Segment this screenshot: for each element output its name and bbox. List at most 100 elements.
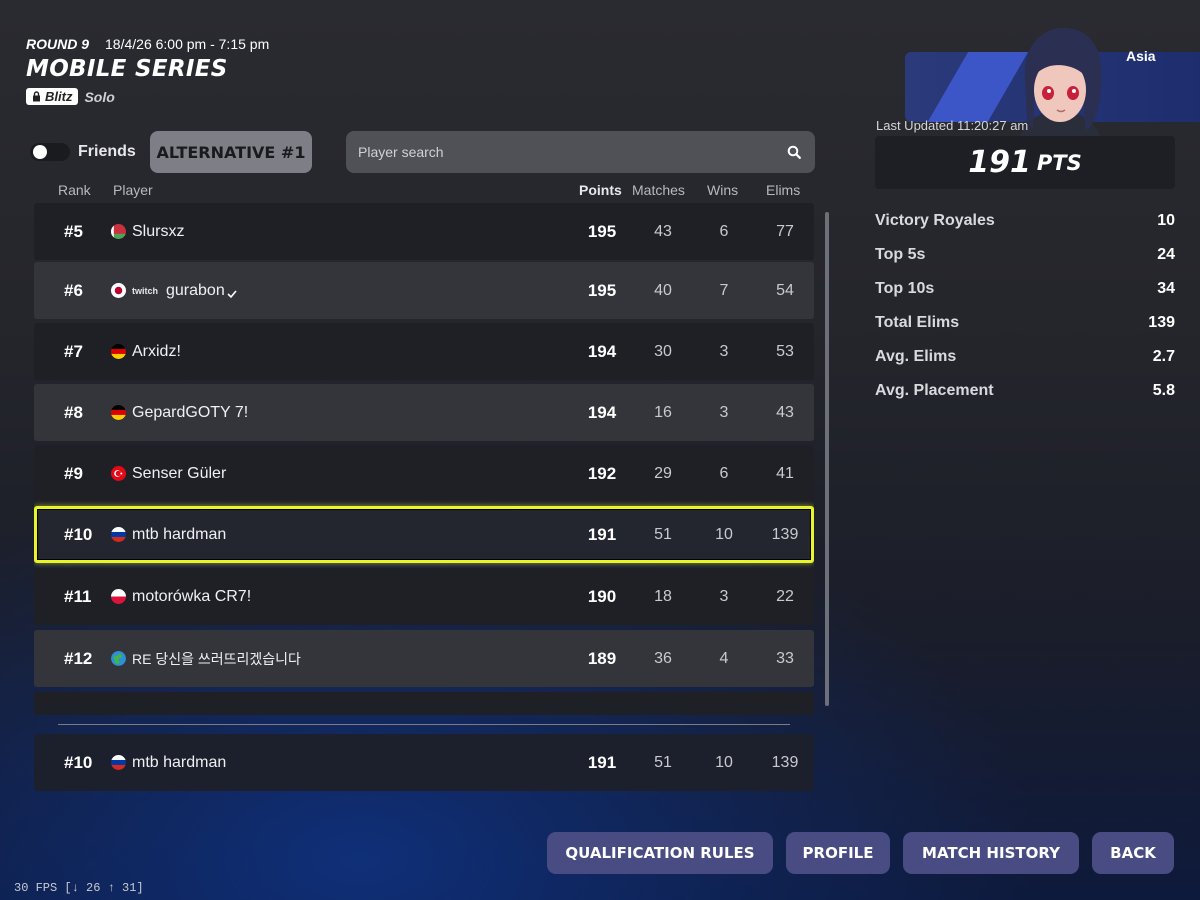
player-search-box[interactable]	[346, 131, 815, 173]
row-points: 190	[587, 586, 617, 606]
leaderboard-controls: Friends ALTERNATIVE #1	[30, 131, 312, 173]
friends-toggle[interactable]	[30, 143, 70, 161]
row-points: 195	[587, 221, 617, 241]
player-name: Senser Güler	[132, 464, 227, 482]
row-matches: 43	[654, 222, 672, 240]
row-points: 191	[587, 752, 617, 772]
stat-label: Top 10s	[875, 280, 935, 297]
qualification-rules-button[interactable]: QUALIFICATION RULES	[547, 832, 773, 874]
row-player: Slursxz	[111, 203, 184, 260]
row-wins: 10	[715, 753, 733, 771]
row-matches: 16	[654, 403, 672, 421]
globe-icon	[111, 651, 126, 666]
row-wins: 3	[719, 587, 729, 605]
player-name: gurabon	[166, 281, 225, 299]
event-header: ROUND 9 18/4/26 6:00 pm - 7:15 pm MOBILE…	[26, 36, 269, 105]
scroll-fade	[34, 691, 814, 715]
back-button[interactable]: BACK	[1092, 832, 1174, 874]
table-row[interactable]: #7 Arxidz! 194 30 3 53	[34, 323, 814, 380]
mode-badge: Blitz	[26, 88, 79, 105]
row-matches: 51	[654, 753, 672, 771]
belarus-flag-icon	[111, 224, 126, 239]
stat-label: Total Elims	[875, 314, 960, 331]
table-row-selected[interactable]: #10 mtb hardman 191 51 10 139	[34, 506, 814, 563]
player-name: GepardGOTY 7!	[132, 403, 249, 421]
row-rank: #10	[64, 524, 93, 544]
scrollbar[interactable]	[825, 212, 829, 706]
player-name: mtb hardman	[132, 753, 227, 771]
row-player: GepardGOTY 7!	[111, 384, 248, 441]
stat-value: 2.7	[1152, 348, 1175, 365]
germany-flag-icon	[111, 344, 126, 359]
fps-counter: 30 FPS [↓ 26 ↑ 31]	[14, 881, 144, 895]
mode-badge-label: Blitz	[45, 89, 73, 104]
stats-list: Victory Royales 10 Top 5s 24 Top 10s 34 Tot…	[875, 212, 1175, 416]
row-player: Arxidz!	[111, 323, 181, 380]
player-name: mtb hardman	[132, 525, 227, 543]
header-wins: Wins	[707, 182, 739, 198]
row-matches: 30	[654, 342, 672, 360]
row-elims: 139	[771, 525, 799, 543]
stat-value: 139	[1148, 314, 1175, 331]
points-value: 191	[968, 145, 1031, 180]
alternative-button[interactable]: ALTERNATIVE #1	[150, 131, 312, 173]
points-total-box: 191 PTS	[875, 136, 1175, 189]
round-line: ROUND 9 18/4/26 6:00 pm - 7:15 pm	[26, 36, 269, 52]
stat-top-10s: Top 10s 34	[875, 280, 1175, 314]
match-history-button[interactable]: MATCH HISTORY	[903, 832, 1079, 874]
table-row[interactable]: #8 GepardGOTY 7! 194 16 3 43	[34, 384, 814, 441]
column-headers: Rank Player Points Matches Wins Elims	[34, 182, 814, 198]
stat-victory-royales: Victory Royales 10	[875, 212, 1175, 246]
row-points: 192	[587, 463, 617, 483]
divider	[58, 724, 790, 725]
round-label: ROUND 9	[26, 36, 90, 52]
stat-avg-elims: Avg. Elims 2.7	[875, 348, 1175, 382]
stat-avg-placement: Avg. Placement 5.8	[875, 382, 1175, 416]
table-row[interactable]: #12 RE 당신을 쓰러뜨리겠습니다 189 36 4 33	[34, 630, 814, 687]
row-rank: #11	[64, 586, 92, 606]
mode-line: Blitz Solo	[26, 88, 269, 105]
friends-label: Friends	[78, 143, 136, 160]
row-elims: 54	[776, 281, 794, 299]
row-elims: 33	[776, 649, 794, 667]
row-elims: 77	[776, 222, 794, 240]
germany-flag-icon	[111, 405, 126, 420]
table-row[interactable]: #9 Senser Güler 192 29 6 41	[34, 445, 814, 502]
table-row[interactable]: #5 Slursxz 195 43 6 77	[34, 203, 814, 260]
search-icon[interactable]	[785, 143, 803, 161]
profile-button[interactable]: PROFILE	[786, 832, 890, 874]
row-rank: #7	[64, 341, 83, 361]
leaderboard-table[interactable]: #5 Slursxz 195 43 6 77 #6 twitch gurabon…	[34, 203, 814, 715]
row-elims: 139	[771, 753, 799, 771]
table-row[interactable]: #11 motorówka CR7! 190 18 3 22	[34, 568, 814, 625]
region-label: Asia	[1126, 48, 1156, 64]
row-player: RE 당신을 쓰러뜨리겠습니다	[111, 630, 301, 687]
header-rank: Rank	[58, 182, 91, 198]
row-player: mtb hardman	[111, 509, 226, 560]
turkey-flag-icon	[111, 466, 126, 481]
verified-check-icon	[227, 289, 237, 298]
row-matches: 40	[654, 281, 672, 299]
player-profile-panel: Asia Last Updated 11:20:27 am 191 PTS Vi…	[875, 0, 1200, 420]
player-name: Arxidz!	[132, 342, 181, 360]
page-title: MOBILE SERIES	[26, 56, 228, 82]
row-rank: #9	[64, 463, 83, 483]
row-player: twitch gurabon	[111, 262, 237, 319]
row-points: 195	[587, 280, 617, 300]
player-name: RE 당신을 쓰러뜨리겠습니다	[132, 650, 301, 667]
russia-flag-icon	[111, 755, 126, 770]
stat-total-elims: Total Elims 139	[875, 314, 1175, 348]
row-wins: 6	[719, 222, 729, 240]
row-elims: 43	[776, 403, 794, 421]
player-name: motorówka CR7!	[132, 587, 252, 605]
stat-value: 24	[1157, 246, 1175, 263]
japan-flag-icon	[111, 283, 126, 298]
row-elims: 41	[776, 464, 794, 482]
player-search-input[interactable]	[358, 144, 785, 160]
row-elims: 53	[776, 342, 794, 360]
current-player-row[interactable]: #10 mtb hardman 191 51 10 139	[34, 734, 814, 791]
row-wins: 3	[719, 403, 729, 421]
table-row[interactable]: #6 twitch gurabon 195 40 7 54	[34, 262, 814, 319]
lock-icon	[33, 91, 40, 102]
poland-flag-icon	[111, 589, 126, 604]
